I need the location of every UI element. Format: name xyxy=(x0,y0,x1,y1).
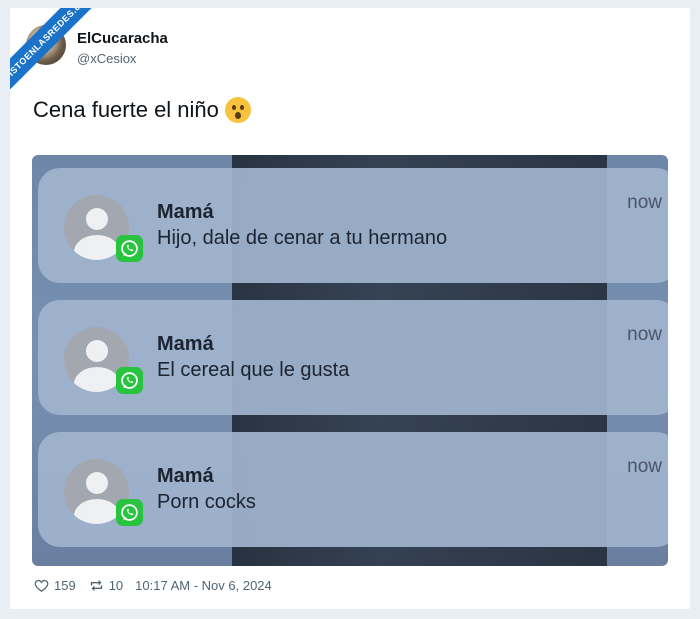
like-button[interactable]: 159 xyxy=(33,577,76,594)
notification-message: Hijo, dale de cenar a tu hermano xyxy=(157,227,448,249)
tweet-footer: 159 10 10:17 AM - Nov 6, 2024 xyxy=(33,577,272,594)
retweet-count: 10 xyxy=(108,578,124,593)
notification-card[interactable]: Mamá El cereal que le gusta now xyxy=(38,300,668,415)
whatsapp-icon xyxy=(116,499,143,526)
like-count: 159 xyxy=(54,578,76,593)
tweet-timestamp[interactable]: 10:17 AM - Nov 6, 2024 xyxy=(135,578,272,593)
astonished-face-icon xyxy=(224,97,251,123)
tweet-image[interactable]: Mamá Hijo, dale de cenar a tu hermano no… xyxy=(32,155,668,566)
notification-message: Porn cocks xyxy=(157,491,256,513)
notification-message: El cereal que le gusta xyxy=(157,359,350,381)
notification-title: Mamá xyxy=(157,201,214,223)
retweet-button[interactable]: 10 xyxy=(88,577,123,594)
whatsapp-icon xyxy=(116,235,143,262)
notification-title: Mamá xyxy=(157,333,214,355)
notification-title: Mamá xyxy=(157,465,214,487)
whatsapp-icon xyxy=(116,367,143,394)
retweet-icon xyxy=(90,579,102,592)
notification-time: now xyxy=(627,192,662,213)
notification-card[interactable]: Mamá Hijo, dale de cenar a tu hermano no… xyxy=(38,168,668,283)
notification-time: now xyxy=(627,324,662,345)
watermark-ribbon: VISTOENLASREDES.com xyxy=(10,8,110,108)
notification-card[interactable]: Mamá Porn cocks now xyxy=(38,432,668,547)
watermark-text: VISTOENLASREDES.com xyxy=(10,8,108,98)
heart-icon xyxy=(34,579,49,592)
notification-time: now xyxy=(627,456,662,477)
